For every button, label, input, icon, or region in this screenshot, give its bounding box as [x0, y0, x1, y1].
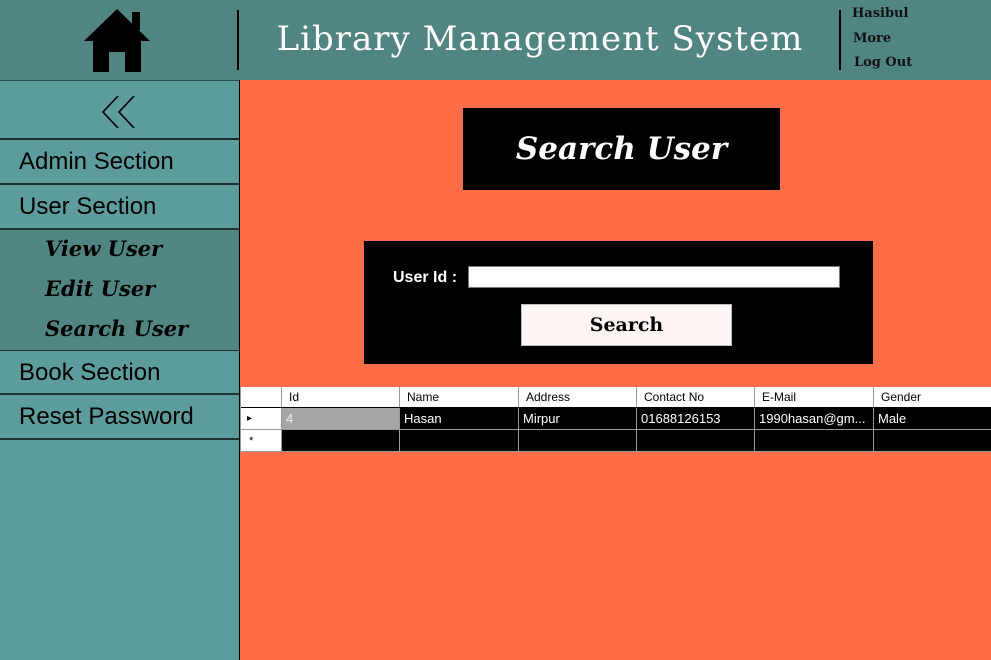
logout-link[interactable]: Log Out — [852, 54, 912, 79]
double-chevron-left-icon — [101, 95, 135, 129]
app-header: Library Management System Hasibul More L… — [0, 0, 991, 80]
new-cell[interactable] — [400, 430, 519, 451]
grid-corner[interactable] — [241, 387, 282, 407]
cell-address[interactable]: Mirpur — [519, 408, 637, 429]
sidebar-subitem-search-user[interactable]: Search User — [45, 316, 188, 341]
user-menu: Hasibul More Log Out — [852, 5, 912, 79]
search-panel: User Id : Search — [364, 241, 873, 364]
cell-gender[interactable]: Male — [874, 408, 991, 429]
sidebar-subitem-edit-user[interactable]: Edit User — [45, 276, 155, 301]
column-header-contact-no[interactable]: Contact No — [637, 387, 755, 407]
username-link[interactable]: Hasibul — [852, 5, 912, 30]
new-cell[interactable] — [755, 430, 874, 451]
users-grid[interactable]: Id Name Address Contact No E-Mail Gender… — [240, 387, 991, 452]
new-cell[interactable] — [874, 430, 991, 451]
cell-email[interactable]: 1990hasan@gm... — [755, 408, 874, 429]
column-header-address[interactable]: Address — [519, 387, 637, 407]
sidebar: Admin Section User Section View User Edi… — [0, 80, 240, 660]
header-divider — [237, 10, 239, 70]
search-button[interactable]: Search — [521, 304, 732, 346]
collapse-sidebar-button[interactable] — [0, 80, 239, 140]
new-row[interactable]: * — [241, 430, 991, 452]
user-id-input[interactable] — [468, 266, 840, 288]
column-header-name[interactable]: Name — [400, 387, 519, 407]
grid-header: Id Name Address Contact No E-Mail Gender — [241, 387, 991, 408]
new-row-marker[interactable]: * — [241, 430, 282, 451]
row-selector-icon[interactable]: ▸ — [241, 408, 282, 429]
header-divider — [839, 10, 841, 70]
cell-contact-no[interactable]: 01688126153 — [637, 408, 755, 429]
column-header-email[interactable]: E-Mail — [755, 387, 874, 407]
app-title: Library Management System — [276, 19, 804, 59]
column-header-id[interactable]: Id — [282, 387, 400, 407]
new-cell[interactable] — [519, 430, 637, 451]
page-title: Search User — [463, 108, 780, 190]
more-link[interactable]: More — [852, 30, 912, 55]
table-row[interactable]: ▸ 4 Hasan Mirpur 01688126153 1990hasan@g… — [241, 408, 991, 430]
sidebar-item-admin-section[interactable]: Admin Section — [0, 140, 239, 185]
sidebar-item-user-section[interactable]: User Section — [0, 185, 239, 230]
user-section-submenu: View User Edit User Search User — [0, 230, 239, 350]
sidebar-subitem-view-user[interactable]: View User — [45, 236, 162, 261]
cell-id[interactable]: 4 — [282, 408, 400, 429]
new-cell[interactable] — [282, 430, 400, 451]
sidebar-item-book-section[interactable]: Book Section — [0, 350, 239, 395]
column-header-gender[interactable]: Gender — [874, 387, 991, 407]
home-icon[interactable] — [84, 8, 150, 72]
new-cell[interactable] — [637, 430, 755, 451]
cell-name[interactable]: Hasan — [400, 408, 519, 429]
sidebar-item-reset-password[interactable]: Reset Password — [0, 395, 239, 440]
user-id-label: User Id : — [393, 269, 458, 286]
